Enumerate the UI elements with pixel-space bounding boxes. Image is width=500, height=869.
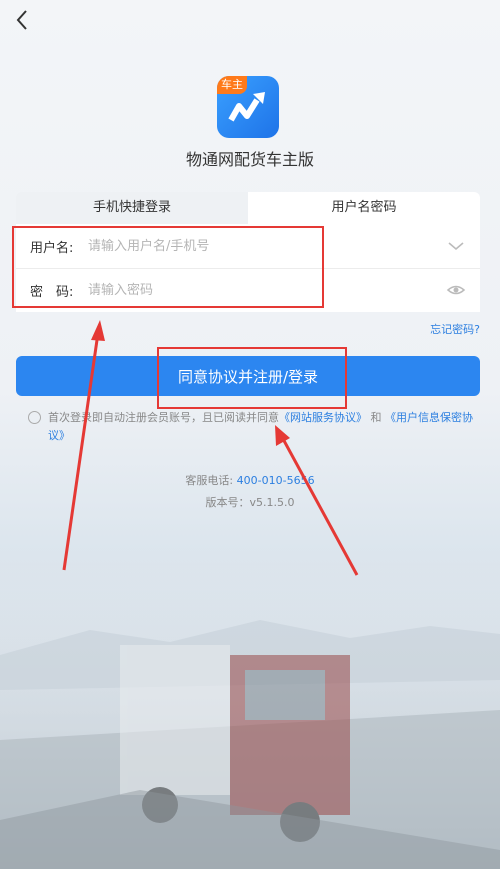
agreement-text: 首次登录即自动注册会员账号，且已阅读并同意《网站服务协议》 和 《用户信息保密协… — [48, 409, 478, 445]
eye-icon[interactable] — [446, 280, 466, 300]
annotation-arrowhead-left — [91, 320, 105, 341]
service-info: 客服电话: 400-010-5656 版本号：v5.1.5.0 — [0, 470, 500, 514]
agreement-section: 首次登录即自动注册会员账号，且已阅读并同意《网站服务协议》 和 《用户信息保密协… — [28, 409, 478, 445]
service-phone-line: 客服电话: 400-010-5656 — [0, 470, 500, 492]
password-row: 密 码: — [16, 268, 480, 312]
app-logo: 车主 — [217, 76, 279, 138]
service-agreement-link[interactable]: 《网站服务协议》 — [279, 411, 367, 424]
password-input[interactable] — [86, 281, 420, 299]
version-label: 版本号：v5.1.5.0 — [205, 496, 295, 509]
service-phone-label: 客服电话: — [185, 474, 234, 487]
username-label: 用户名: — [30, 240, 74, 256]
login-tabs: 手机快捷登录 用户名密码 — [16, 192, 480, 224]
login-form: 用户名: 密 码: — [16, 224, 480, 312]
chevron-left-icon — [16, 10, 27, 30]
login-button[interactable]: 同意协议并注册/登录 — [16, 356, 480, 396]
forgot-password-link[interactable]: 忘记密码? — [430, 321, 480, 337]
agree-radio[interactable] — [28, 411, 41, 424]
tab-username-password[interactable]: 用户名密码 — [248, 192, 480, 224]
agreement-and: 和 — [370, 411, 382, 424]
background-truck-scene — [0, 560, 500, 869]
agreement-text-main: 首次登录即自动注册会员账号，且已阅读并同意 — [48, 411, 279, 424]
logo-badge: 车主 — [217, 76, 247, 94]
service-phone-number[interactable]: 400-010-5656 — [237, 474, 315, 487]
password-label: 密 码: — [30, 284, 74, 300]
username-row: 用户名: — [16, 224, 480, 269]
app-name: 物通网配货车主版 — [185, 150, 314, 169]
chevron-down-icon[interactable] — [446, 236, 466, 256]
back-button[interactable] — [8, 6, 36, 34]
username-input[interactable] — [86, 237, 420, 255]
tab-phone-login[interactable]: 手机快捷登录 — [16, 192, 248, 224]
